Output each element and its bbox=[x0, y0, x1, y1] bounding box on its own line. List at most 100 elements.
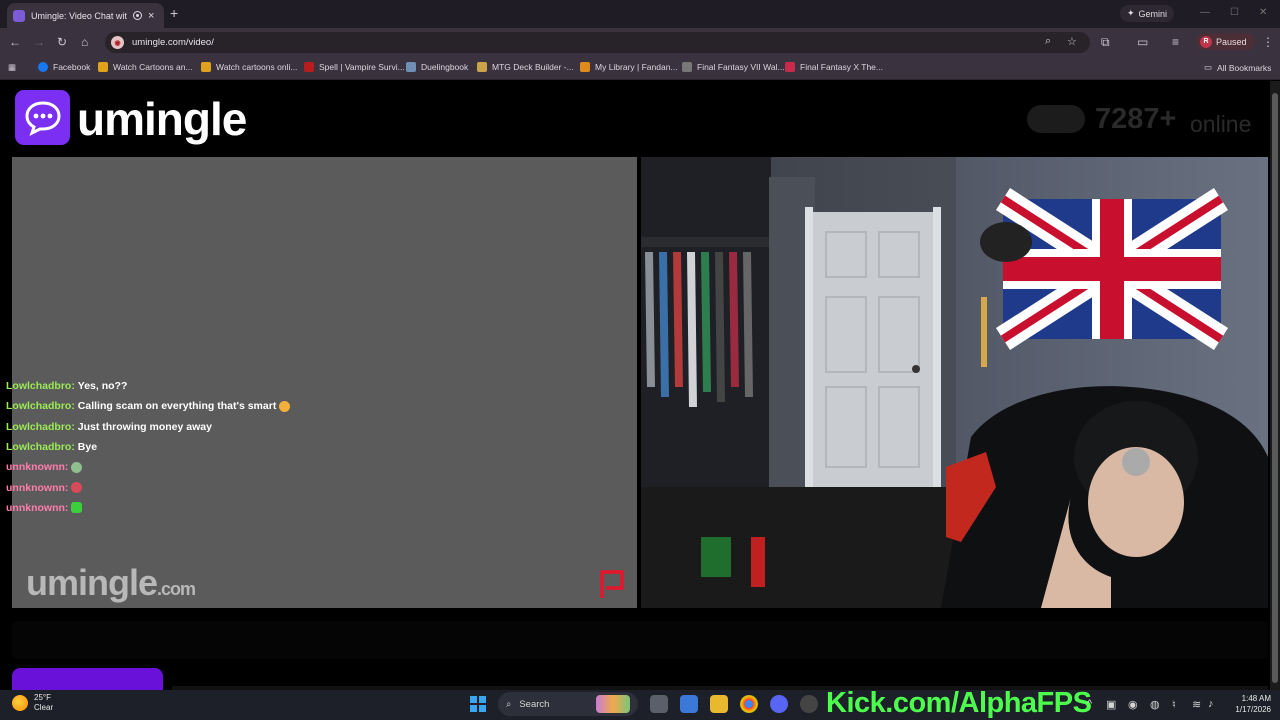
profile-avatar: R bbox=[1200, 35, 1212, 48]
url-text: umingle.com/video/ bbox=[132, 37, 214, 48]
bookmark-vampire-survivors[interactable]: Spell | Vampire Survi... bbox=[304, 62, 405, 72]
alien-emoji-icon bbox=[71, 461, 83, 473]
bookmarks-bar: ▦ Facebook Watch Cartoons an... Watch ca… bbox=[0, 57, 1280, 80]
close-tab-icon[interactable]: × bbox=[148, 10, 154, 22]
tab-strip: Umingle: Video Chat with S × + ✦ Gemini … bbox=[0, 0, 1280, 28]
back-icon[interactable]: ← bbox=[9, 35, 21, 49]
bookmark-star-icon[interactable]: ☆ bbox=[1067, 35, 1077, 48]
scrollbar-thumb[interactable] bbox=[1272, 93, 1278, 683]
chat-username: Lowlchadbro: bbox=[6, 441, 75, 454]
chat-username: unnknownn: bbox=[6, 501, 69, 514]
windows-start-icon[interactable] bbox=[470, 696, 486, 712]
online-toggle[interactable] bbox=[1027, 105, 1085, 133]
sparkle-icon: ✦ bbox=[1127, 8, 1135, 18]
bookmark-mtg-deck-builder[interactable]: MTG Deck Builder -... bbox=[477, 62, 574, 72]
steam-icon[interactable] bbox=[800, 695, 818, 713]
home-icon[interactable]: ⌂ bbox=[81, 35, 88, 49]
bookmark-favicon-icon bbox=[304, 62, 314, 72]
search-label: Search bbox=[519, 698, 550, 710]
bookmark-ff10[interactable]: Final Fantasy X The... bbox=[785, 62, 883, 72]
tab-umingle[interactable]: Umingle: Video Chat with S × bbox=[7, 3, 164, 28]
chat-username: Lowlchadbro: bbox=[6, 400, 75, 413]
umingle-watermark: umingle.com bbox=[26, 562, 196, 604]
media-controls-icon[interactable]: ≡ bbox=[1172, 35, 1179, 49]
start-button[interactable] bbox=[12, 668, 163, 690]
forward-icon[interactable]: → bbox=[33, 35, 45, 49]
site-logo-text[interactable]: umingle bbox=[77, 92, 247, 146]
temperature: 25°F bbox=[34, 693, 51, 702]
chat-text: Calling scam on everything that's smart bbox=[77, 400, 277, 413]
bookmark-ff7[interactable]: Final Fantasy VII Wal... bbox=[682, 62, 785, 72]
search-highlight-image bbox=[596, 695, 630, 713]
chat-message: Lowlchadbro: Bye bbox=[6, 437, 290, 457]
red-face-emoji-icon bbox=[71, 482, 83, 494]
bookmark-favicon-icon bbox=[406, 62, 416, 72]
profile-button[interactable]: R Paused bbox=[1196, 33, 1255, 50]
bookmark-my-library[interactable]: My Library | Fandan... bbox=[580, 62, 678, 72]
close-window-icon[interactable]: ✕ bbox=[1259, 7, 1267, 18]
wifi-icon[interactable]: ≋ bbox=[1192, 698, 1201, 711]
store-icon[interactable] bbox=[680, 695, 698, 713]
volume-icon[interactable]: ♪ bbox=[1208, 698, 1214, 710]
system-clock[interactable]: 1:48 AM 1/17/2026 bbox=[1227, 693, 1271, 715]
watermark-suffix: .com bbox=[157, 579, 196, 599]
tray-discord-icon[interactable]: ◉ bbox=[1128, 698, 1138, 711]
report-flag-icon[interactable] bbox=[596, 568, 628, 600]
bookmark-label: Final Fantasy X The... bbox=[800, 62, 883, 72]
extensions-icon[interactable]: ⧉ bbox=[1101, 35, 1110, 49]
chrome-icon[interactable] bbox=[740, 695, 758, 713]
microphone-icon[interactable]: ♮ bbox=[1172, 698, 1176, 711]
chat-message: unnknownn: bbox=[6, 477, 290, 497]
tray-chevron-icon[interactable]: ^ bbox=[1087, 698, 1092, 710]
grinning-emoji-icon bbox=[279, 400, 291, 412]
site-info-icon[interactable]: ◉ bbox=[111, 36, 124, 49]
maximize-icon[interactable]: ☐ bbox=[1230, 7, 1239, 18]
self-video bbox=[641, 157, 1268, 608]
tray-mute-icon[interactable]: ◍ bbox=[1150, 698, 1160, 711]
reload-icon[interactable]: ↻ bbox=[57, 35, 67, 49]
cast-icon[interactable]: ▭ bbox=[1137, 35, 1148, 49]
bookmark-label: Watch Cartoons an... bbox=[113, 62, 193, 72]
umingle-logo-icon[interactable] bbox=[15, 90, 70, 145]
chat-text: Bye bbox=[77, 441, 98, 454]
apps-grid-icon[interactable]: ▦ bbox=[8, 62, 16, 73]
chat-username: Lowlchadbro: bbox=[6, 380, 75, 393]
page-scrollbar[interactable] bbox=[1270, 81, 1280, 690]
chat-input-bar[interactable] bbox=[12, 621, 1268, 659]
task-view-icon[interactable] bbox=[650, 695, 668, 713]
new-tab-button[interactable]: + bbox=[170, 5, 178, 21]
chat-text: Just throwing money away bbox=[77, 420, 212, 433]
chat-message: unnknownn: bbox=[6, 457, 290, 477]
bookmark-duelingbook[interactable]: Duelingbook bbox=[406, 62, 468, 72]
minimize-icon[interactable]: — bbox=[1200, 7, 1210, 18]
bookmark-label: Watch cartoons onli... bbox=[216, 62, 298, 72]
all-bookmarks-button[interactable]: ▭ All Bookmarks bbox=[1204, 62, 1271, 73]
gemini-button[interactable]: ✦ Gemini bbox=[1120, 5, 1175, 22]
bookmark-watch-cartoons-an[interactable]: Watch Cartoons an... bbox=[98, 62, 193, 72]
tab-title: Umingle: Video Chat with S bbox=[31, 10, 127, 21]
bookmark-favicon-icon bbox=[785, 62, 795, 72]
bookmark-favicon-icon bbox=[682, 62, 692, 72]
chat-message: Lowlchadbro: Just throwing money away bbox=[6, 417, 290, 437]
online-label: online bbox=[1190, 111, 1252, 137]
bookmark-label: Spell | Vampire Survi... bbox=[319, 62, 405, 72]
weather-sun-icon bbox=[12, 695, 28, 711]
taskbar-search[interactable]: ⌕ Search bbox=[498, 692, 638, 716]
zoom-icon[interactable]: ⌕ bbox=[1045, 35, 1051, 48]
weather-widget[interactable]: 25°F Clear bbox=[12, 693, 53, 713]
file-explorer-icon[interactable] bbox=[710, 695, 728, 713]
weather-condition: Clear bbox=[34, 703, 54, 712]
bookmark-favicon-icon bbox=[98, 62, 108, 72]
menu-kebab-icon[interactable]: ⋮ bbox=[1262, 35, 1274, 49]
bookmark-favicon-icon bbox=[201, 62, 211, 72]
clock-date: 1/17/2026 bbox=[1235, 705, 1271, 714]
bookmark-facebook[interactable]: Facebook bbox=[38, 62, 90, 72]
stream-overlay-text: Kick.com/AlphaFPS bbox=[826, 687, 1092, 719]
clock-time: 1:48 AM bbox=[1241, 694, 1271, 703]
address-bar[interactable]: ◉ umingle.com/video/ ⌕ ☆ bbox=[105, 32, 1090, 53]
recording-indicator-icon bbox=[133, 11, 142, 20]
tray-app-icon[interactable]: ▣ bbox=[1106, 698, 1116, 711]
discord-icon[interactable] bbox=[770, 695, 788, 713]
chat-message: Lowlchadbro: Yes, no?? bbox=[6, 376, 290, 396]
bookmark-watch-cartoons-onli[interactable]: Watch cartoons onli... bbox=[201, 62, 297, 72]
